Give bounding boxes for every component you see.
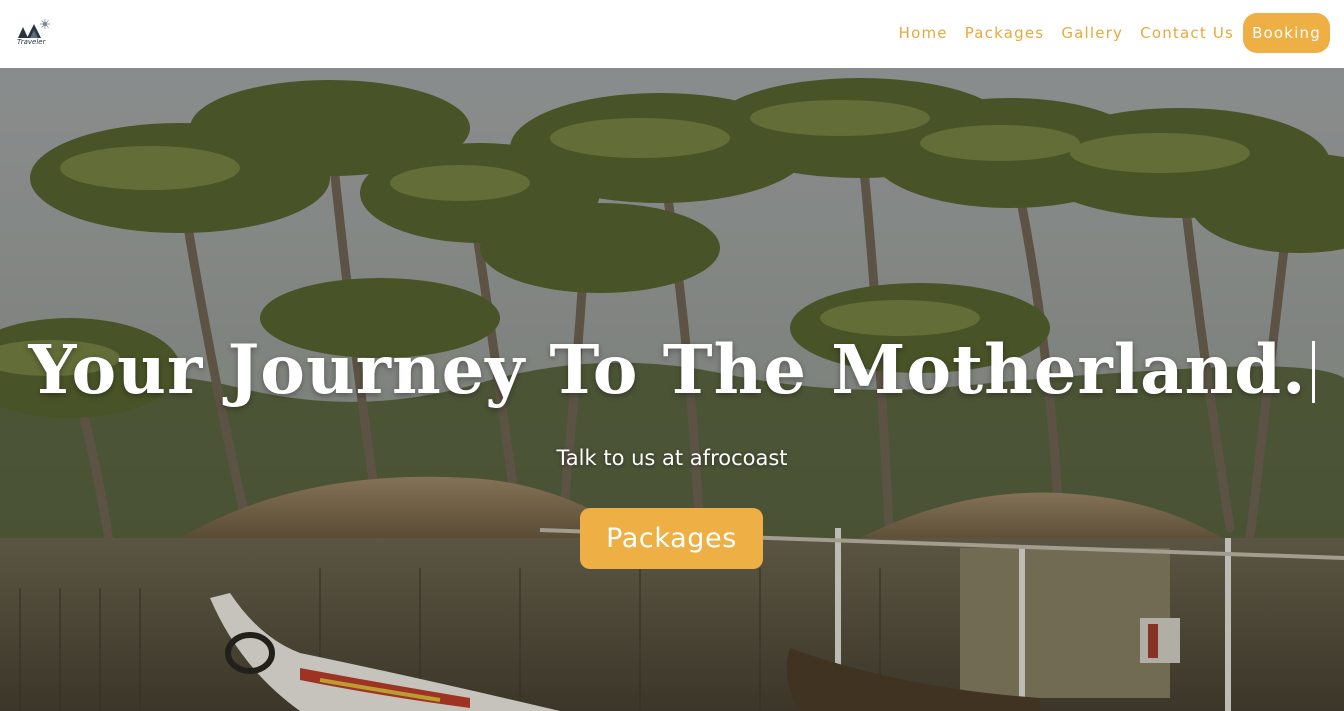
hero-section: Your Journey To The Motherland. Talk to … xyxy=(0,68,1344,711)
top-navbar: Traveler Home Packages Gallery Contact U… xyxy=(0,0,1344,68)
nav-packages-link[interactable]: Packages xyxy=(965,24,1045,42)
nav-home-link[interactable]: Home xyxy=(899,24,948,42)
nav-contact-link[interactable]: Contact Us xyxy=(1140,24,1234,42)
packages-button[interactable]: Packages xyxy=(580,508,763,569)
nav-gallery-link[interactable]: Gallery xyxy=(1061,24,1123,42)
typing-cursor xyxy=(1312,341,1316,403)
brand-logo[interactable]: Traveler xyxy=(16,18,52,48)
brand-logo-text: Traveler xyxy=(17,38,46,46)
mountain-sun-icon xyxy=(18,19,50,38)
hero-subtitle: Talk to us at afrocoast xyxy=(556,446,788,470)
booking-button[interactable]: Booking xyxy=(1243,13,1330,53)
hero-title: Your Journey To The Motherland. xyxy=(0,330,1344,409)
nav-menu: Home Packages Gallery Contact Us Booking xyxy=(899,13,1330,53)
